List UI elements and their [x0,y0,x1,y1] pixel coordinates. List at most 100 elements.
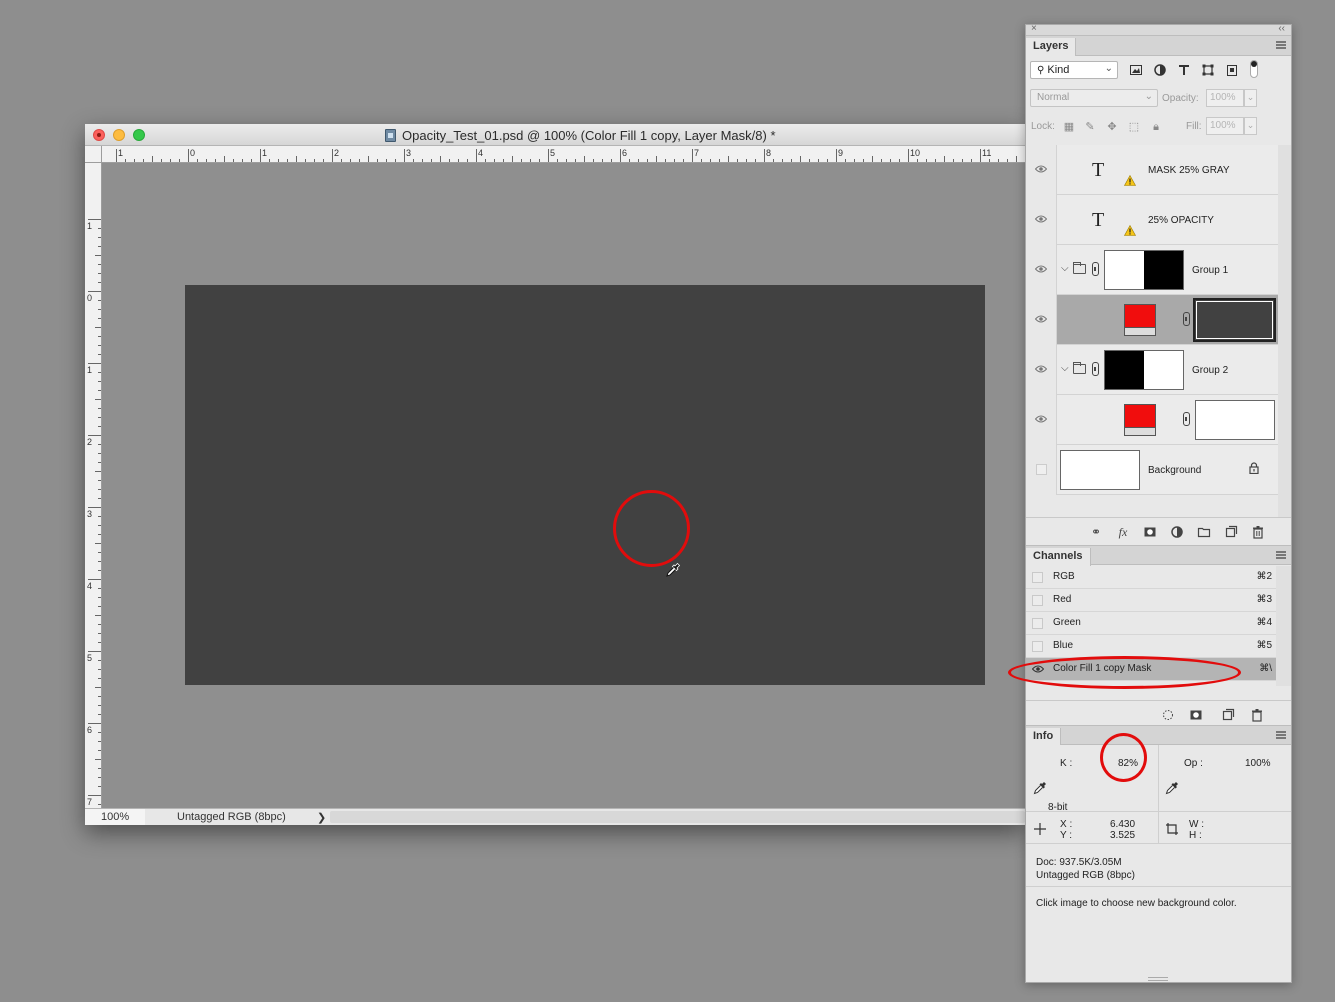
add-mask-icon[interactable] [1143,525,1157,539]
channel-row-red[interactable]: Red ⌘3 [1026,589,1276,612]
channels-panel-menu-icon[interactable] [1276,551,1286,559]
channel-row-green[interactable]: Green ⌘4 [1026,612,1276,635]
visibility-toggle[interactable] [1026,395,1057,445]
filter-kind-select[interactable]: ⚲ Kind ⌄ [1030,61,1118,79]
group-expand-chevron-icon[interactable]: ⌵ [1061,263,1069,274]
link-layers-icon[interactable]: ⚭ [1089,525,1103,539]
group-mask-thumbnail[interactable] [1104,250,1184,290]
channel-visibility-box[interactable] [1032,595,1043,606]
document-title-text: Opacity_Test_01.psd @ 100% (Color Fill 1… [402,128,776,143]
type-layer-filter-icon[interactable] [1177,63,1191,77]
minimize-window-button[interactable] [113,129,125,141]
lock-transparent-pixels-icon[interactable]: ▦ [1063,121,1075,133]
visibility-toggle[interactable] [1026,195,1057,245]
eyedropper-icon[interactable] [1165,781,1179,795]
tab-channels[interactable]: Channels [1026,548,1091,566]
link-icon[interactable] [1183,312,1190,326]
ruler-major-tick [764,149,765,162]
panel-resize-grip[interactable] [1148,977,1168,981]
visibility-toggle[interactable] [1026,345,1057,395]
link-icon[interactable] [1092,262,1099,276]
new-channel-icon[interactable] [1221,708,1235,722]
group-expand-chevron-icon[interactable]: ⌵ [1061,363,1069,374]
opacity-field[interactable]: 100% [1206,89,1244,107]
document-titlebar[interactable]: Opacity_Test_01.psd @ 100% (Color Fill 1… [85,124,1025,146]
horizontal-scrollbar[interactable] [330,811,1025,823]
adjustment-layer-filter-icon[interactable] [1153,63,1167,77]
trash-icon[interactable] [1251,525,1265,539]
zoom-window-button[interactable] [133,129,145,141]
close-window-button[interactable] [93,129,105,141]
fill-field[interactable]: 100% [1206,117,1244,135]
collapse-panels-icon[interactable]: ‹‹ [1278,23,1285,34]
channel-row-color-fill-mask[interactable]: Color Fill 1 copy Mask ⌘\ [1026,658,1276,681]
canvas-image[interactable] [185,285,985,685]
tab-info[interactable]: Info [1026,728,1062,746]
visibility-toggle[interactable] [1026,245,1057,295]
new-layer-icon[interactable] [1224,525,1238,539]
lock-all-icon[interactable]: 🔒︎ [1150,121,1162,133]
zoom-level-field[interactable]: 100% [85,809,145,825]
layer-row-color-fill-1-copy[interactable] [1026,295,1278,345]
ruler-origin[interactable] [85,146,102,163]
layer-filter-toggle[interactable] [1250,60,1258,78]
layer-mask-thumbnail[interactable] [1195,400,1275,440]
layers-scrollbar[interactable] [1278,145,1291,517]
link-icon[interactable] [1183,412,1190,426]
layer-row-background[interactable]: Background [1026,445,1278,495]
save-selection-mask-icon[interactable] [1189,708,1203,722]
eye-icon[interactable] [1032,665,1044,673]
fx-icon[interactable]: fx [1116,525,1130,539]
new-adjustment-layer-icon[interactable] [1170,525,1184,539]
layer-row-mask-25-gray[interactable]: T MASK 25% GRAY [1026,145,1278,195]
channel-visibility-box[interactable] [1032,618,1043,629]
x-label: X : [1060,819,1073,830]
fill-dropdown-button[interactable]: ⌄ [1244,117,1257,135]
type-layer-icon: T [1092,209,1105,231]
document-profile-info[interactable]: Untagged RGB (8bpc) [177,811,286,823]
eyedropper-icon[interactable] [1033,781,1047,795]
layer-row-group-2[interactable]: ⌵ Group 2 [1026,345,1278,395]
layers-panel-menu-icon[interactable] [1276,41,1286,49]
visibility-toggle[interactable] [1026,445,1057,495]
tab-layers[interactable]: Layers [1026,38,1077,56]
info-panel-menu-icon[interactable] [1276,731,1286,739]
channel-row-rgb[interactable]: RGB ⌘2 [1026,566,1276,589]
channels-scrollbar[interactable] [1276,566,1291,686]
ruler-label: 4 [478,148,484,158]
channel-name: RGB [1053,571,1075,582]
channel-visibility-box[interactable] [1032,572,1043,583]
trash-icon[interactable] [1250,708,1264,722]
color-fill-thumbnail[interactable] [1124,304,1156,336]
pixel-layer-filter-icon[interactable] [1129,63,1143,77]
pasteboard[interactable] [102,163,1025,808]
lock-image-pixels-icon[interactable]: ✎ [1084,121,1096,133]
search-icon: ⚲ [1037,65,1045,76]
visibility-toggle[interactable] [1026,145,1057,195]
channel-visibility-box[interactable] [1032,641,1043,652]
group-mask-thumbnail[interactable] [1104,350,1184,390]
color-fill-thumbnail[interactable] [1124,404,1156,436]
smart-object-filter-icon[interactable] [1225,63,1239,77]
ruler-major-tick [548,149,549,162]
new-group-folder-icon[interactable] [1197,525,1211,539]
layer-row-25-opacity[interactable]: T 25% OPACITY [1026,195,1278,245]
load-selection-icon[interactable] [1161,708,1175,722]
status-menu-arrow[interactable]: ❯ [317,811,326,824]
tool-hint: Click image to choose new background col… [1036,898,1237,909]
link-icon[interactable] [1092,362,1099,376]
horizontal-ruler[interactable]: 1 0 1 2 3 4 5 6 7 8 9 10 11 [102,146,1025,163]
layer-row-color-fill-1[interactable] [1026,395,1278,445]
opacity-dropdown-button[interactable]: ⌄ [1244,89,1257,107]
close-panel-icon[interactable]: × [1031,23,1037,34]
prevent-autonest-icon[interactable]: ⬚ [1128,121,1140,133]
layer-row-group-1[interactable]: ⌵ Group 1 [1026,245,1278,295]
blend-mode-select[interactable]: Normal ⌄ [1030,89,1158,107]
layer-mask-thumbnail[interactable] [1193,298,1276,342]
background-thumbnail[interactable] [1060,450,1140,490]
visibility-toggle[interactable] [1026,295,1057,345]
lock-position-icon[interactable]: ✥ [1106,121,1118,133]
vertical-ruler[interactable]: 1 0 1 2 3 4 5 6 7 [85,163,102,808]
shape-layer-filter-icon[interactable] [1201,63,1215,77]
channel-row-blue[interactable]: Blue ⌘5 [1026,635,1276,658]
